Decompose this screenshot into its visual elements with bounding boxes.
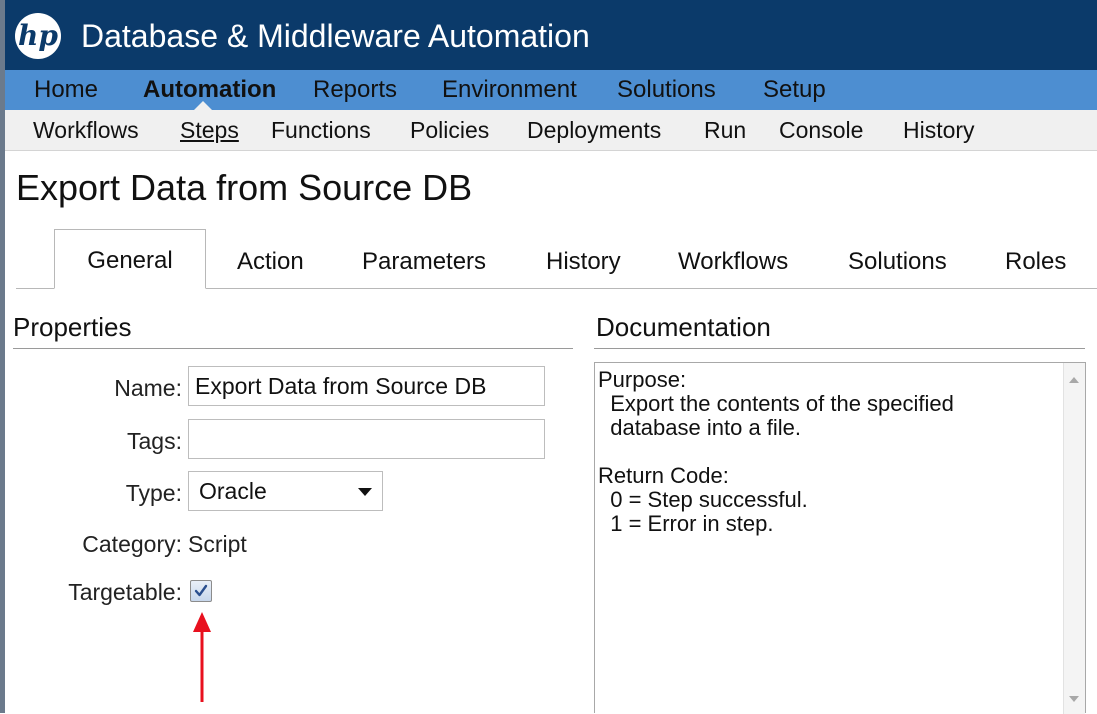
main-nav-setup[interactable]: Setup bbox=[763, 70, 826, 110]
sub-nav-history[interactable]: History bbox=[903, 110, 975, 150]
documentation-text: Purpose: Export the contents of the spec… bbox=[598, 367, 954, 536]
sub-nav-steps[interactable]: Steps bbox=[180, 110, 239, 150]
main-nav-reports[interactable]: Reports bbox=[313, 70, 397, 110]
sub-nav-deployments[interactable]: Deployments bbox=[527, 110, 661, 150]
sub-nav-functions[interactable]: Functions bbox=[271, 110, 371, 150]
targetable-checkbox[interactable] bbox=[190, 580, 212, 602]
properties-heading: Properties bbox=[13, 312, 132, 342]
properties-divider bbox=[13, 348, 573, 349]
main-nav: Home Automation Reports Environment Solu… bbox=[5, 70, 1097, 111]
hp-logo-icon: hp bbox=[15, 13, 61, 59]
app-title: Database & Middleware Automation bbox=[81, 18, 590, 54]
type-select[interactable]: Oracle bbox=[188, 471, 383, 511]
name-input[interactable] bbox=[188, 366, 545, 406]
name-label: Name: bbox=[114, 375, 182, 401]
sub-nav: Workflows Steps Functions Policies Deplo… bbox=[5, 110, 1097, 151]
tab-action[interactable]: Action bbox=[237, 243, 304, 287]
main-nav-solutions[interactable]: Solutions bbox=[617, 70, 716, 110]
app-title-bar: hp Database & Middleware Automation bbox=[5, 0, 1097, 70]
documentation-scrollbar[interactable] bbox=[1063, 363, 1085, 714]
sub-nav-run[interactable]: Run bbox=[704, 110, 746, 150]
tags-input[interactable] bbox=[188, 419, 545, 459]
sub-nav-policies[interactable]: Policies bbox=[410, 110, 489, 150]
targetable-label: Targetable: bbox=[68, 579, 182, 605]
scroll-up-icon[interactable] bbox=[1069, 377, 1079, 383]
tab-roles[interactable]: Roles bbox=[1005, 243, 1066, 287]
tab-parameters[interactable]: Parameters bbox=[362, 243, 486, 287]
tags-label: Tags: bbox=[127, 428, 182, 454]
main-nav-home[interactable]: Home bbox=[34, 70, 98, 110]
page-title: Export Data from Source DB bbox=[16, 167, 473, 208]
tab-general[interactable]: General bbox=[54, 229, 206, 289]
category-value: Script bbox=[188, 531, 247, 557]
scroll-down-icon[interactable] bbox=[1069, 696, 1079, 702]
checkmark-icon bbox=[194, 584, 208, 597]
documentation-divider bbox=[594, 348, 1085, 349]
category-label: Category: bbox=[82, 531, 182, 557]
sub-nav-workflows[interactable]: Workflows bbox=[33, 110, 139, 150]
tab-workflows[interactable]: Workflows bbox=[678, 243, 788, 287]
red-arrow-icon bbox=[193, 612, 211, 702]
type-select-value: Oracle bbox=[199, 478, 267, 504]
sub-nav-console[interactable]: Console bbox=[779, 110, 863, 150]
type-label: Type: bbox=[125, 480, 182, 506]
main-nav-environment[interactable]: Environment bbox=[442, 70, 577, 110]
tab-history[interactable]: History bbox=[546, 243, 621, 287]
documentation-heading: Documentation bbox=[596, 312, 771, 342]
chevron-down-icon bbox=[358, 488, 372, 496]
tab-solutions[interactable]: Solutions bbox=[848, 243, 947, 287]
documentation-textarea[interactable]: Purpose: Export the contents of the spec… bbox=[594, 362, 1086, 714]
